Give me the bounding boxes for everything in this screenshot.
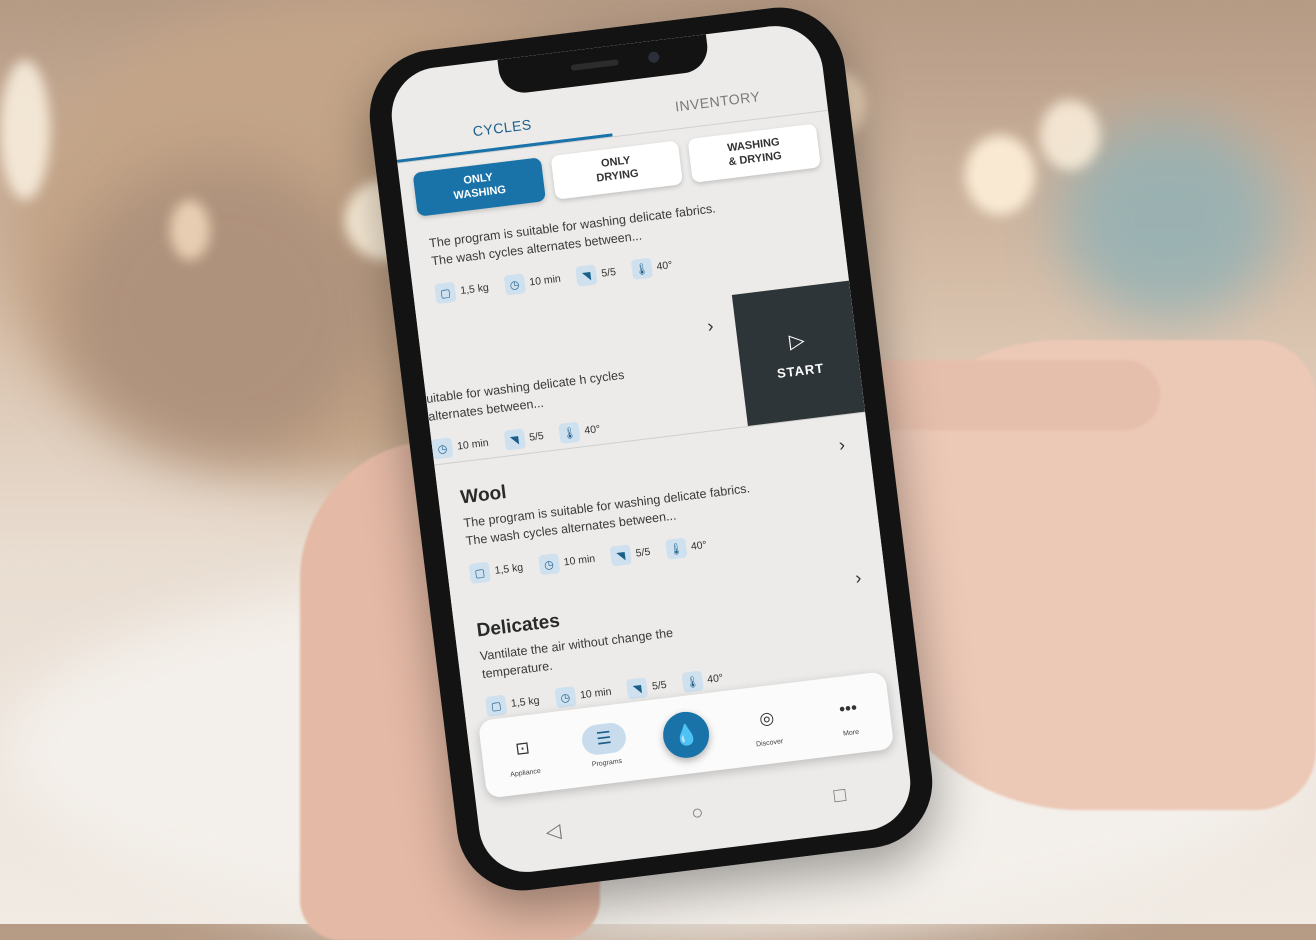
compass-icon: ◎ bbox=[758, 707, 776, 729]
spec-weight: 1,5 kg bbox=[459, 281, 490, 298]
front-camera bbox=[647, 51, 660, 64]
nav-label: Discover bbox=[755, 737, 784, 748]
nav-label: Appliance bbox=[509, 767, 542, 779]
speaker-grille bbox=[570, 59, 619, 71]
smartphone: CYCLES INVENTORY ONLY WASHING ONLY DRYIN… bbox=[362, 0, 940, 898]
bokeh-light bbox=[1040, 100, 1100, 170]
chevron-right-icon[interactable]: › bbox=[838, 434, 847, 456]
water-drop-icon: 💧 bbox=[660, 709, 712, 761]
washing-machine-icon: ⊡ bbox=[514, 737, 531, 759]
weight-icon: ▢ bbox=[484, 694, 508, 717]
spec-intensity: 5/5 bbox=[600, 266, 617, 280]
play-icon: ▷ bbox=[787, 329, 806, 354]
start-label: START bbox=[776, 360, 825, 382]
weight-icon: ▢ bbox=[434, 281, 457, 305]
nav-programs[interactable]: ☰ Programs bbox=[561, 719, 648, 772]
nav-appliance[interactable]: ⊡ Appliance bbox=[480, 729, 567, 782]
weight-icon: ▢ bbox=[468, 561, 491, 584]
filter-washing-drying[interactable]: WASHING & DRYING bbox=[687, 123, 821, 183]
bokeh-light bbox=[170, 200, 210, 260]
spec-temp: 40° bbox=[655, 259, 674, 273]
spec-weight: 1,5 kg bbox=[510, 694, 541, 710]
spec-weight: 1,5 kg bbox=[493, 561, 524, 577]
start-button[interactable]: ▷ START bbox=[731, 280, 866, 427]
intensity-icon: ◥ bbox=[503, 428, 526, 451]
clock-icon: ◷ bbox=[554, 686, 577, 709]
chevron-right-icon[interactable]: › bbox=[706, 316, 715, 338]
nav-fab[interactable]: 💧 bbox=[643, 707, 730, 763]
spec-time: 10 min bbox=[579, 685, 613, 702]
recents-icon[interactable]: □ bbox=[832, 783, 847, 807]
chevron-right-icon[interactable]: › bbox=[854, 567, 863, 589]
intensity-icon: ◥ bbox=[626, 677, 649, 700]
spec-time: 10 min bbox=[528, 272, 562, 289]
spec-intensity: 5/5 bbox=[635, 545, 651, 560]
spec-temp: 40° bbox=[583, 423, 601, 437]
thermometer-icon: 🌡 bbox=[558, 421, 581, 444]
background-shelf-blur bbox=[60, 160, 380, 460]
spec-intensity: 5/5 bbox=[528, 430, 545, 444]
more-icon: ••• bbox=[837, 697, 859, 719]
thermometer-icon: 🌡 bbox=[681, 670, 704, 693]
clock-icon: ◷ bbox=[537, 553, 561, 576]
spec-temp: 40° bbox=[690, 538, 708, 553]
nav-more[interactable]: ••• More bbox=[806, 689, 893, 742]
phone-screen: CYCLES INVENTORY ONLY WASHING ONLY DRYIN… bbox=[386, 20, 916, 878]
spec-intensity: 5/5 bbox=[651, 678, 668, 693]
nav-label: Programs bbox=[591, 757, 623, 769]
spec-time: 10 min bbox=[563, 552, 596, 569]
home-icon[interactable]: ○ bbox=[690, 801, 705, 825]
intensity-icon: ◥ bbox=[575, 264, 598, 287]
intensity-icon: ◥ bbox=[609, 544, 633, 567]
clock-icon: ◷ bbox=[503, 273, 526, 296]
thermometer-icon: 🌡 bbox=[664, 537, 688, 560]
list-icon: ☰ bbox=[580, 720, 628, 756]
back-icon[interactable]: ◁ bbox=[544, 817, 562, 844]
filter-only-washing[interactable]: ONLY WASHING bbox=[412, 157, 546, 217]
clock-icon: ◷ bbox=[431, 437, 454, 460]
nav-discover[interactable]: ◎ Discover bbox=[724, 699, 811, 752]
nav-label: More bbox=[842, 728, 860, 738]
bokeh-light bbox=[965, 135, 1035, 215]
spec-temp: 40° bbox=[706, 671, 724, 686]
filter-only-drying[interactable]: ONLY DRYING bbox=[550, 140, 684, 200]
thermometer-icon: 🌡 bbox=[630, 257, 653, 280]
bokeh-light bbox=[0, 60, 50, 200]
spec-time: 10 min bbox=[456, 436, 490, 453]
